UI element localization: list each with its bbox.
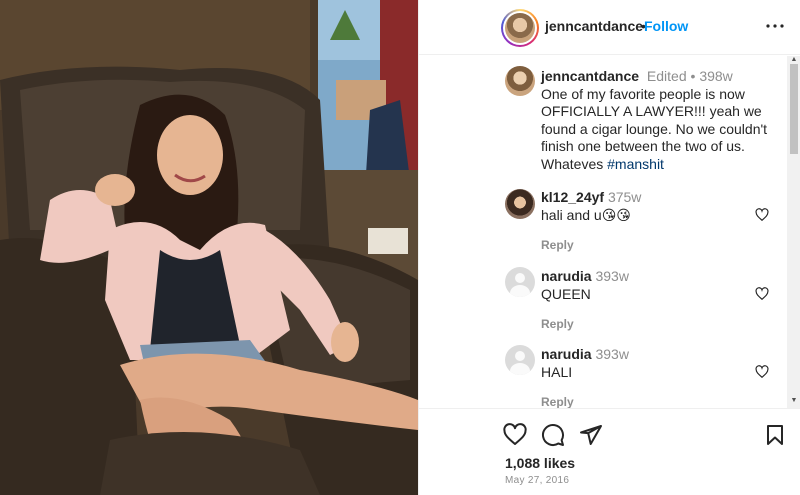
paper-plane-icon[interactable] [579, 423, 603, 447]
caption-hashtag[interactable]: #manshit [607, 156, 664, 172]
post-side-panel: jenncantdance • Follow jenncantdance Edi… [418, 0, 800, 495]
comment-avatar[interactable] [505, 345, 535, 375]
comment-item: narudia 393w QUEEN Reply [541, 267, 761, 333]
caption: jenncantdance Edited • 398w One of my fa… [541, 68, 786, 173]
caption-edited-label: Edited [646, 68, 687, 84]
comment-avatar[interactable] [505, 189, 535, 219]
author-avatar[interactable] [501, 9, 539, 47]
caption-author-avatar[interactable] [505, 66, 535, 96]
scrollbar-thumb[interactable] [790, 64, 798, 154]
comment-text: QUEEN [541, 286, 591, 302]
heart-small-icon[interactable] [755, 287, 769, 301]
comments-list[interactable]: jenncantdance Edited • 398w One of my fa… [419, 56, 789, 408]
comment-username[interactable]: narudia [541, 346, 592, 362]
comment-text: HALI [541, 364, 573, 380]
post-photo[interactable] [0, 0, 418, 495]
comment-bubble-icon[interactable] [541, 423, 565, 447]
scroll-down-arrow-icon[interactable]: ▼ [790, 397, 798, 404]
comment-username[interactable]: kl12_24yf [541, 189, 604, 205]
heart-icon[interactable] [503, 423, 527, 447]
heart-small-icon[interactable] [755, 365, 769, 379]
follow-button[interactable]: Follow [644, 18, 688, 34]
post-date[interactable]: May 27, 2016 [505, 475, 569, 486]
comment-item: kl12_24yf 375w hali and u😘😘 Reply [541, 188, 761, 254]
comment-time: 375w [607, 189, 642, 205]
reply-button[interactable]: Reply [541, 236, 761, 254]
likes-count[interactable]: 1,088 likes [505, 455, 575, 471]
comment-username[interactable]: narudia [541, 268, 592, 284]
scroll-up-arrow-icon[interactable]: ▲ [790, 56, 798, 63]
reply-button[interactable]: Reply [541, 315, 761, 333]
comment-avatar[interactable] [505, 267, 535, 297]
post-actions: 1,088 likes May 27, 2016 [419, 408, 800, 495]
caption-time: 398w [699, 68, 733, 84]
comment-time: 393w [595, 346, 629, 362]
more-horizontal-icon[interactable] [765, 14, 785, 38]
author-username[interactable]: jenncantdance [545, 18, 643, 34]
comment-text: hali and u😘😘 [541, 207, 631, 223]
comment-item: narudia 393w HALI Reply [541, 345, 761, 408]
reply-button[interactable]: Reply [541, 393, 761, 408]
caption-dot: • [690, 68, 696, 84]
comment-time: 393w [595, 268, 629, 284]
caption-username[interactable]: jenncantdance [541, 68, 639, 84]
comments-scrollbar[interactable]: ▲ ▼ [787, 56, 800, 408]
post-header: jenncantdance • Follow [419, 0, 800, 55]
post-photo-image [0, 0, 418, 495]
bookmark-icon[interactable] [763, 423, 787, 447]
heart-small-icon[interactable] [755, 208, 769, 222]
